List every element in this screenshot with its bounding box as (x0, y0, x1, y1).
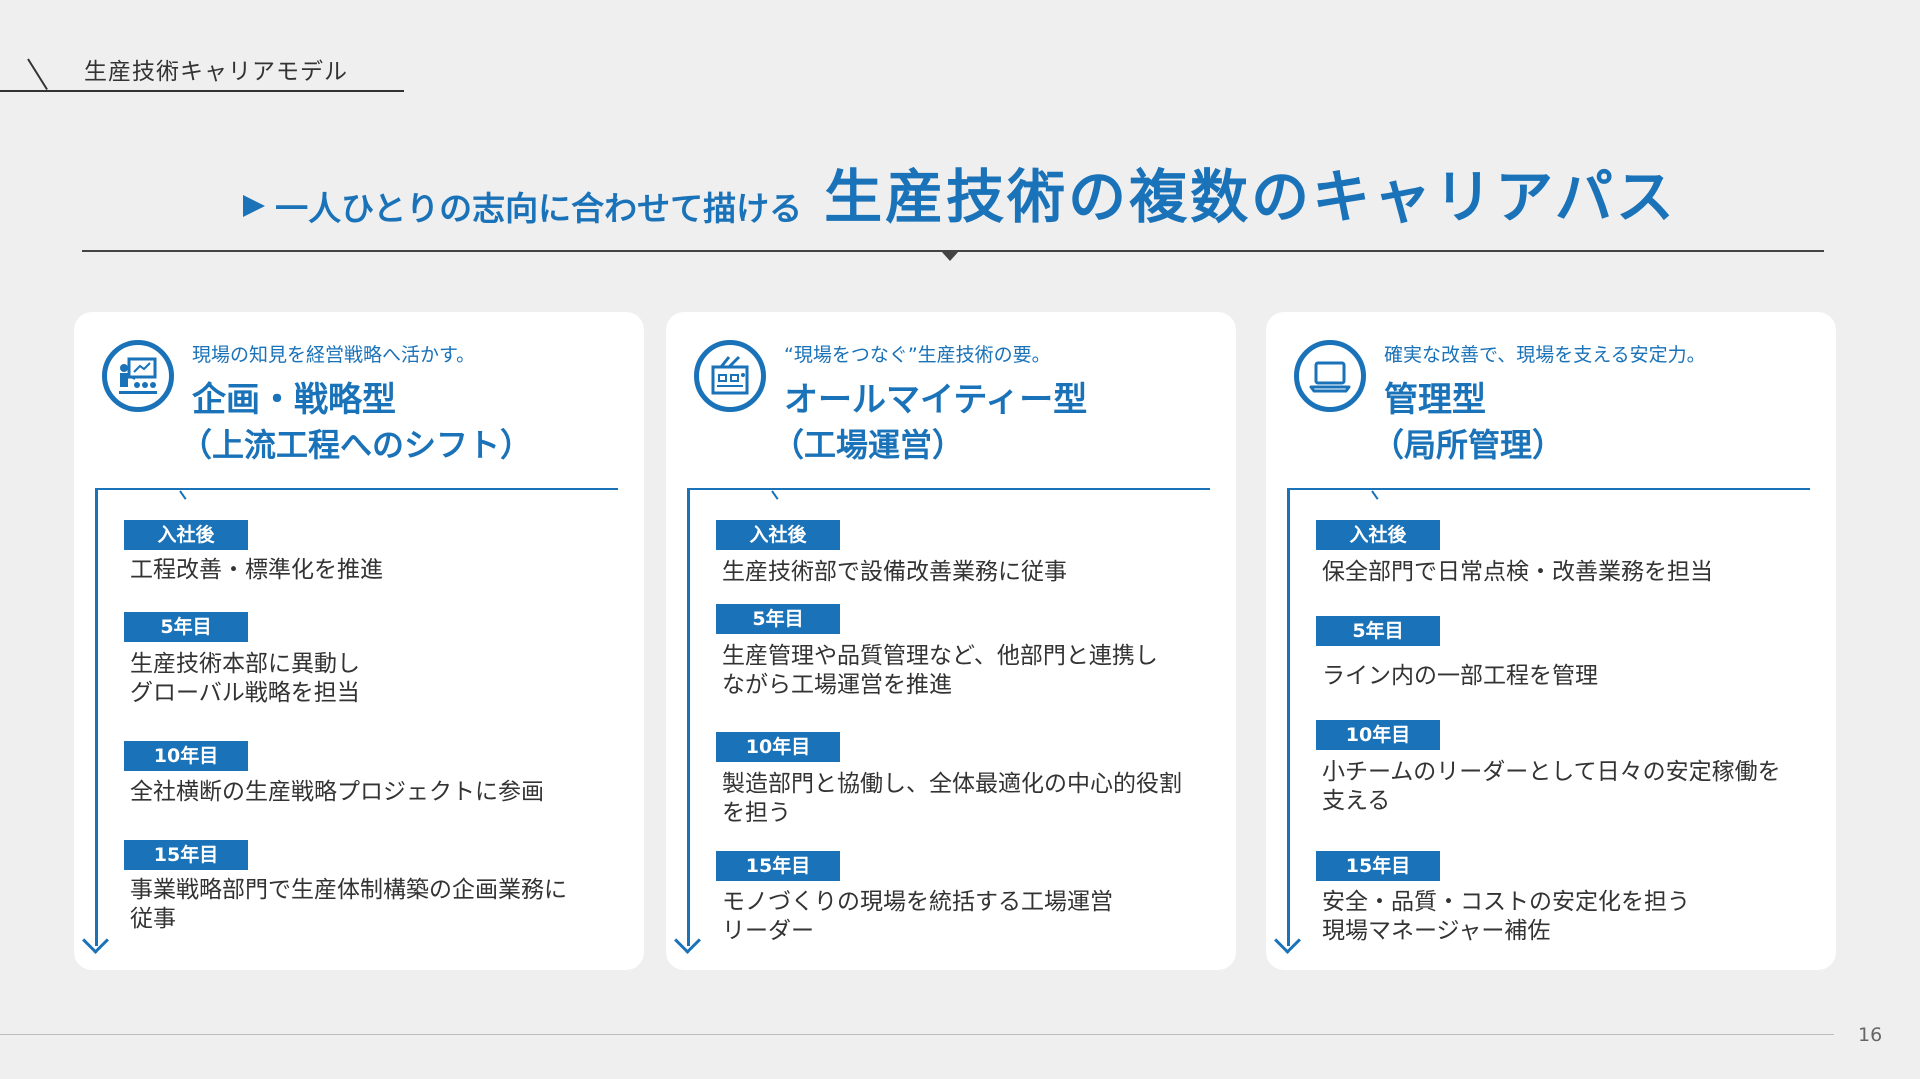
card-tagline: “現場をつなぐ”生産技術の要。 (784, 344, 1051, 366)
timeline-line (95, 488, 98, 946)
headline: 一人ひとりの志向に合わせて描ける 生産技術の複数のキャリアパス (0, 150, 1920, 234)
milestone-badge: 10年目 (716, 732, 840, 762)
card-title: 企画・戦略型 (192, 380, 396, 420)
milestone-badge: 5年目 (716, 604, 840, 634)
milestone-text: 生産技術本部に異動し グローバル戦略を担当 (130, 650, 620, 708)
arrow-down-icon (674, 927, 701, 954)
arrow-down-icon (82, 927, 109, 954)
milestone-text: モノづくりの現場を統括する工場運営 リーダー (722, 888, 1212, 946)
caret-down-icon (941, 251, 959, 261)
timeline-header-line (1288, 488, 1810, 490)
milestone-badge: 15年目 (716, 851, 840, 881)
card-tagline: 確実な改善で、現場を支える安定力。 (1384, 344, 1706, 366)
milestone-text: 生産技術部で設備改善業務に従事 (722, 559, 1067, 585)
laptop-icon (1294, 340, 1366, 412)
milestone-badge: 15年目 (124, 840, 248, 870)
milestone-text-line: 事業戦略部門で生産体制構築の企画業務に 従事 (130, 877, 567, 932)
header-underline (0, 90, 404, 92)
milestone-text: 生産管理や品質管理など、他部門と連携し ながら工場運営を推進 (722, 642, 1212, 700)
milestone-badge: 入社後 (124, 520, 248, 550)
arrow-down-icon (1274, 927, 1301, 954)
milestone-text: 全社横断の生産戦略プロジェクトに参画 (130, 779, 544, 805)
milestone-text: 製造部門と協働し、全体最適化の中心的役割 を担う (722, 770, 1212, 828)
career-card-allround: “現場をつなぐ”生産技術の要。 オールマイティー型 （工場運営） 入社後 生産技… (666, 312, 1236, 970)
timeline-line (687, 488, 690, 946)
timeline-tick (179, 490, 187, 500)
card-tagline: 現場の知見を経営戦略へ活かす。 (192, 344, 476, 366)
milestone-badge: 5年目 (124, 612, 248, 642)
timeline-tick (1371, 490, 1379, 500)
card-title: オールマイティー型 (784, 380, 1088, 420)
milestone-badge: 15年目 (1316, 851, 1440, 881)
timeline-tick (771, 490, 779, 500)
milestone-badge: 10年目 (1316, 720, 1440, 750)
milestone-text: 安全・品質・コストの安定化を担う 現場マネージャー補佐 (1322, 888, 1812, 946)
career-card-strategy: 現場の知見を経営戦略へ活かす。 企画・戦略型 （上流工程へのシフト） 入社後 工… (74, 312, 644, 970)
milestone-text: 工程改善・標準化を推進 (130, 557, 383, 583)
milestone-text-line: 生産管理や品質管理など、他部門と連携し ながら工場運営を推進 (722, 643, 1158, 698)
milestone-badge: 10年目 (124, 741, 248, 771)
play-triangle-icon (243, 195, 266, 217)
card-subtitle: （局所管理） (1372, 426, 1565, 464)
milestone-text-line: 製造部門と協働し、全体最適化の中心的役割 を担う (722, 771, 1182, 826)
milestone-text-line: 小チームのリーダーとして日々の安定稼働を 支える (1322, 759, 1781, 814)
presentation-icon (102, 340, 174, 412)
headline-lead-text: 一人ひとりの志向に合わせて描ける (275, 189, 803, 228)
milestone-text: 小チームのリーダーとして日々の安定稼働を 支える (1322, 758, 1812, 816)
milestone-text-line: 安全・品質・コストの安定化を担う 現場マネージャー補佐 (1322, 889, 1690, 944)
milestone-badge: 入社後 (1316, 520, 1440, 550)
milestone-text: ライン内の一部工程を管理 (1322, 663, 1598, 689)
career-card-management: 確実な改善で、現場を支える安定力。 管理型 （局所管理） 入社後 保全部門で日常… (1266, 312, 1836, 970)
card-subtitle: （上流工程へのシフト） (180, 426, 533, 464)
card-title: 管理型 (1384, 380, 1486, 420)
headline-lead: 一人ひとりの志向に合わせて描ける (243, 182, 802, 230)
headline-main: 生産技術の複数のキャリアパス (824, 163, 1677, 231)
milestone-text-line: 生産技術本部に異動し グローバル戦略を担当 (130, 651, 360, 706)
card-subtitle: （工場運営） (772, 426, 965, 464)
timeline-header-line (688, 488, 1210, 490)
milestone-badge: 5年目 (1316, 616, 1440, 646)
milestone-text: 保全部門で日常点検・改善業務を担当 (1322, 559, 1713, 585)
page-number: 16 (1858, 1024, 1883, 1046)
footer-rule (0, 1034, 1834, 1035)
milestone-text: 事業戦略部門で生産体制構築の企画業務に 従事 (130, 876, 620, 934)
timeline-line (1287, 488, 1290, 946)
factory-icon (694, 340, 766, 412)
section-label: 生産技術キャリアモデル (84, 59, 348, 85)
timeline-header-line (96, 488, 618, 490)
milestone-text-line: モノづくりの現場を統括する工場運営 リーダー (722, 889, 1113, 944)
milestone-badge: 入社後 (716, 520, 840, 550)
header-slash (27, 58, 48, 91)
